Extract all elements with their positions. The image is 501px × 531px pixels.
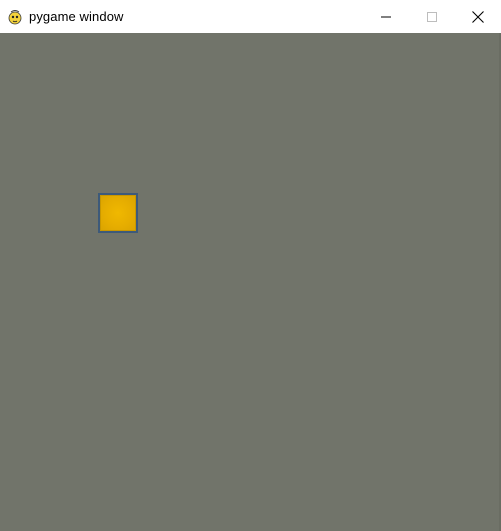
title-bar[interactable]: pygame window <box>0 0 501 33</box>
pygame-window: pygame window <box>0 0 501 531</box>
pygame-snake-icon[interactable] <box>7 9 23 25</box>
window-controls <box>363 0 501 33</box>
close-icon <box>472 10 484 23</box>
player-square <box>98 193 138 233</box>
close-button[interactable] <box>455 0 501 33</box>
maximize-icon <box>427 11 437 22</box>
window-title: pygame window <box>29 9 124 24</box>
minimize-button[interactable] <box>363 0 409 33</box>
minimize-icon <box>381 12 391 22</box>
player-square-highlight <box>100 195 136 231</box>
game-canvas[interactable] <box>0 33 501 531</box>
maximize-button[interactable] <box>409 0 455 33</box>
